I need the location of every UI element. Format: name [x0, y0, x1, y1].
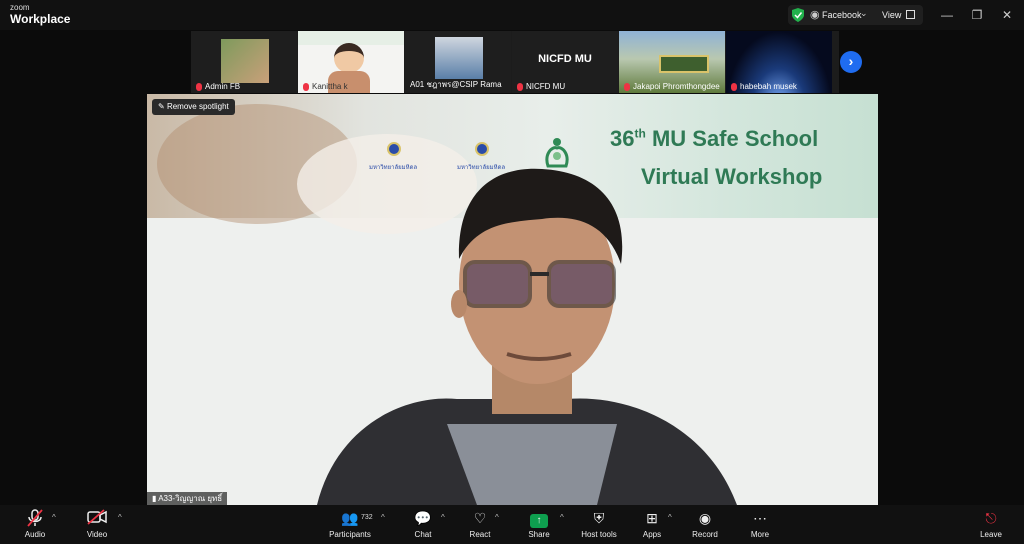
- chat-options-caret[interactable]: ^: [441, 513, 445, 522]
- apps-options-caret[interactable]: ^: [668, 513, 672, 522]
- minimize-button[interactable]: —: [938, 6, 956, 24]
- audio-button[interactable]: Audio: [5, 509, 65, 539]
- mic-off-icon: [731, 82, 737, 91]
- mic-off-icon: [196, 82, 202, 91]
- participant-count: 732: [361, 514, 373, 521]
- active-speaker-video: มหาวิทยาลัยมหิดล มหาวิทยาลัยมหิดล 36th M…: [147, 94, 878, 505]
- leave-button[interactable]: ⎋ Leave: [961, 509, 1021, 539]
- participant-name: Kanittha k: [312, 82, 348, 91]
- react-button[interactable]: ♡ React: [450, 509, 510, 539]
- chevron-right-icon: ›: [848, 53, 854, 69]
- video-options-caret[interactable]: ^: [118, 513, 122, 522]
- participant-name: Admin FB: [205, 82, 241, 91]
- restore-button[interactable]: ❐: [968, 6, 986, 24]
- pin-icon: ✎: [158, 102, 165, 111]
- chevron-down-icon[interactable]: ⌄: [860, 8, 868, 19]
- title-bar: zoom Workplace ◉ Facebook ⌄ View — ❐ ✕: [0, 0, 1024, 30]
- host-tools-button[interactable]: ⛨ Host tools: [569, 509, 629, 539]
- shield-icon: ⛨: [593, 510, 605, 526]
- participant-video: [435, 37, 483, 79]
- participant-name: Jakapoi Phromthongdee: [633, 82, 720, 91]
- participant-tile[interactable]: Admin FB: [191, 31, 297, 93]
- view-button[interactable]: View: [882, 10, 901, 20]
- leave-icon: ⎋: [985, 510, 997, 526]
- record-icon: ◉: [698, 510, 712, 526]
- next-page-button[interactable]: ›: [840, 51, 862, 73]
- participant-tile[interactable]: Kanittha k: [298, 31, 404, 93]
- mic-off-icon: [303, 82, 309, 91]
- mic-muted-icon: [5, 509, 65, 527]
- meeting-toolbar: Audio ^ Video ^ 👥 Participants 732 ^ 💬 C…: [0, 505, 1024, 544]
- participant-name: A01 ชฎาพร@CSIP Rama: [410, 80, 502, 89]
- brand-large: Workplace: [10, 12, 71, 26]
- app-logo: zoom Workplace: [10, 3, 71, 26]
- participant-tile[interactable]: habebah musek: [726, 31, 832, 93]
- remove-spotlight-button[interactable]: ✎ Remove spotlight: [152, 99, 235, 115]
- participant-name: habebah musek: [740, 82, 797, 91]
- close-button[interactable]: ✕: [998, 6, 1016, 24]
- signal-icon: ▮: [152, 494, 157, 503]
- participant-tile[interactable]: A01 ชฎาพร@CSIP Rama: [405, 31, 511, 93]
- grid-icon[interactable]: [906, 10, 915, 19]
- audio-options-caret[interactable]: ^: [52, 513, 56, 522]
- gallery-strip: Admin FB Kanittha k A01 ชฎาพร@CSIP Rama …: [191, 31, 839, 93]
- react-options-caret[interactable]: ^: [495, 513, 499, 522]
- participant-name: NICFD MU: [526, 82, 566, 91]
- stream-label: Facebook: [822, 10, 862, 20]
- participant-tile[interactable]: Jakapoi Phromthongdee: [619, 31, 725, 93]
- shield-icon: [792, 8, 804, 22]
- mic-off-icon: [624, 82, 630, 91]
- participant-tile[interactable]: NICFD MU NICFD MU: [512, 31, 618, 93]
- brand-small: zoom: [10, 3, 30, 12]
- speaker-figure: [317, 168, 737, 505]
- share-options-caret[interactable]: ^: [560, 513, 564, 522]
- participant-title: NICFD MU: [538, 53, 592, 65]
- live-icon: ◉: [810, 9, 820, 21]
- apps-icon: ⊞: [646, 510, 658, 526]
- record-button[interactable]: ◉ Record: [675, 509, 735, 539]
- mic-off-icon: [517, 82, 523, 91]
- participant-video: [221, 39, 269, 83]
- apps-button[interactable]: ⊞ Apps: [622, 509, 682, 539]
- avatar: [334, 43, 364, 73]
- more-button[interactable]: ⋯ More: [730, 509, 790, 539]
- heart-icon: ♡: [473, 510, 487, 526]
- speaker-name-badge: ▮ A33-วิญญาณ ยุทธิ์: [147, 492, 228, 505]
- more-icon: ⋯: [753, 510, 767, 526]
- participants-options-caret[interactable]: ^: [381, 513, 385, 522]
- livestream-status[interactable]: ◉ Facebook ⌄ View: [788, 5, 923, 25]
